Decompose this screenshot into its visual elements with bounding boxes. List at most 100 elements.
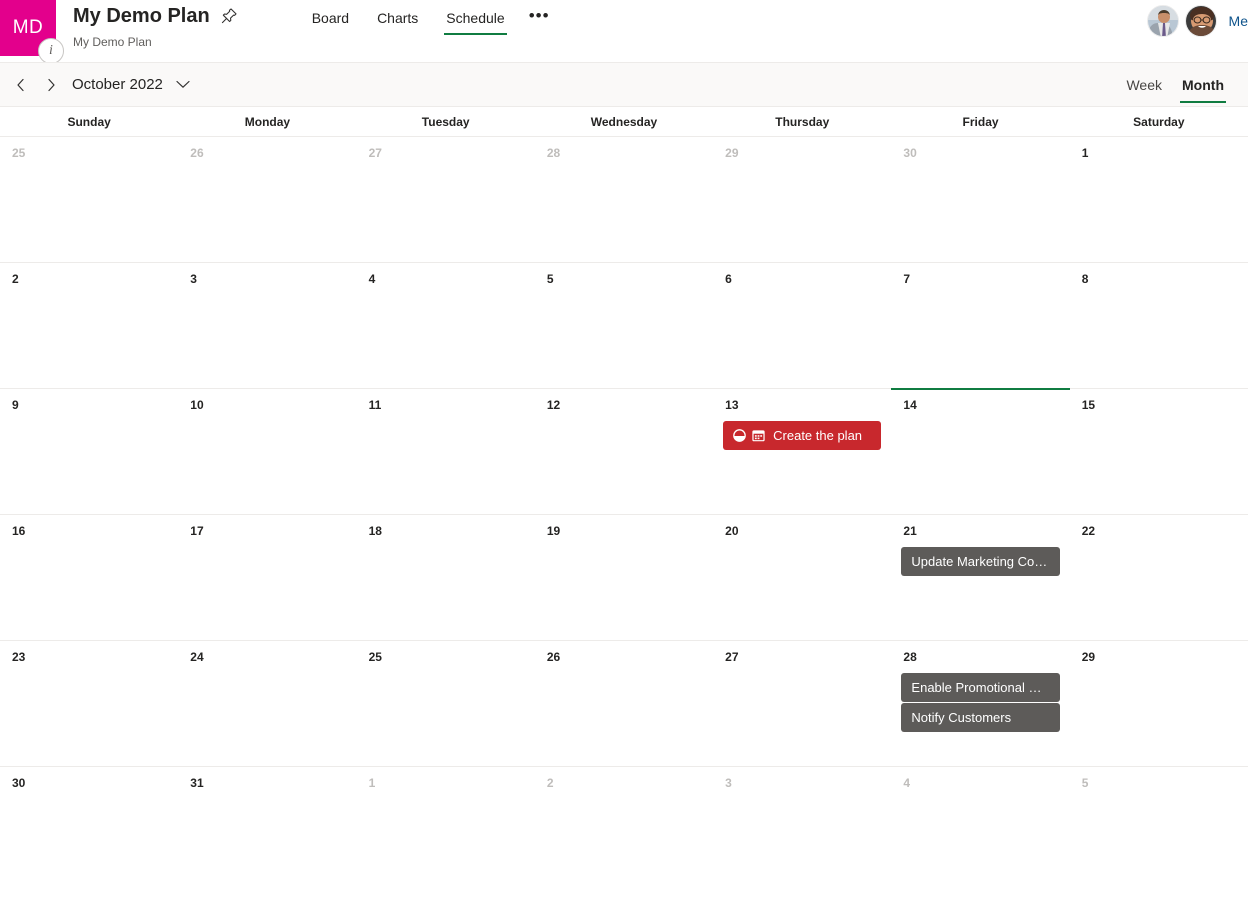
current-month-label[interactable]: October 2022 — [72, 76, 163, 93]
calendar-day-cell[interactable]: 23 — [0, 641, 178, 766]
calendar-day-cell[interactable]: 29 — [1070, 641, 1248, 766]
calendar-day-cell[interactable]: 30 — [891, 137, 1069, 262]
date-number: 20 — [725, 524, 739, 538]
calendar-day-cell[interactable]: 26 — [178, 137, 356, 262]
date-number: 10 — [190, 398, 204, 412]
calendar-day-cell[interactable]: 5 — [1070, 767, 1248, 892]
view-option-week[interactable]: Week — [1116, 65, 1172, 106]
calendar-day-cell[interactable]: 2 — [535, 767, 713, 892]
calendar-icon — [752, 429, 765, 442]
title-row: My Demo Plan — [73, 4, 238, 28]
calendar-day-cell[interactable]: 24 — [178, 641, 356, 766]
task-chip[interactable]: Create the plan — [723, 421, 882, 450]
calendar-day-cell[interactable]: 14 — [891, 388, 1070, 514]
date-number: 9 — [12, 398, 19, 412]
calendar-day-cell[interactable]: 31 — [178, 767, 356, 892]
calendar-day-cell[interactable]: 26 — [535, 641, 713, 766]
date-number: 16 — [12, 524, 26, 538]
date-number: 21 — [903, 524, 917, 538]
calendar-day-cell[interactable]: 7 — [891, 263, 1069, 388]
calendar-day-cell[interactable]: 17 — [178, 515, 356, 640]
calendar-day-cell[interactable]: 22 — [1070, 515, 1248, 640]
members-label[interactable]: Me — [1223, 13, 1248, 29]
calendar-day-cell[interactable]: 4 — [357, 263, 535, 388]
calendar-day-cell[interactable]: 28 — [535, 137, 713, 262]
calendar-day-cell[interactable]: 3 — [713, 767, 891, 892]
date-number: 26 — [546, 650, 561, 664]
info-icon[interactable]: i — [38, 38, 64, 64]
calendar-day-cell[interactable]: 1 — [357, 767, 535, 892]
plan-subtitle: My Demo Plan — [73, 35, 152, 49]
calendar-day-cell[interactable]: 30 — [0, 767, 178, 892]
weekday-tuesday: Tuesday — [421, 114, 470, 129]
calendar-day-cell[interactable]: 11 — [357, 389, 535, 514]
date-number: 31 — [190, 776, 204, 790]
date-number: 17 — [190, 524, 204, 538]
task-chip[interactable]: Update Marketing Cont... — [901, 547, 1060, 576]
view-option-month[interactable]: Month — [1172, 65, 1234, 106]
calendar-week-row: 9 10 11 12 13 Create the plan 14 15 — [0, 388, 1248, 514]
date-number: 5 — [1081, 776, 1089, 790]
calendar-day-cell[interactable]: 10 — [178, 389, 356, 514]
calendar-day-cell[interactable]: 9 — [0, 389, 178, 514]
chevron-down-icon[interactable] — [176, 80, 190, 89]
date-number: 25 — [12, 146, 26, 160]
calendar-day-cell[interactable]: 27 — [357, 137, 535, 262]
calendar-day-cell[interactable]: 3 — [178, 263, 356, 388]
calendar-day-cell[interactable]: 15 — [1070, 389, 1248, 514]
calendar-day-cell[interactable]: 25 — [357, 641, 535, 766]
calendar-day-cell[interactable]: 8 — [1070, 263, 1248, 388]
date-number: 11 — [368, 398, 382, 412]
pin-icon[interactable] — [220, 7, 238, 25]
nav-tabs: Board Charts Schedule ••• — [298, 0, 560, 35]
weekday-friday: Friday — [962, 114, 999, 129]
weekday-wednesday: Wednesday — [590, 114, 658, 129]
date-number: 13 — [725, 398, 739, 412]
calendar-day-cell[interactable]: 25 — [0, 137, 178, 262]
calendar-day-cell[interactable]: 27 — [713, 641, 891, 766]
date-number: 23 — [12, 650, 26, 664]
date-number: 19 — [546, 524, 561, 538]
date-number: 3 — [725, 776, 732, 790]
previous-month-button[interactable] — [6, 70, 36, 100]
task-chip-icons — [733, 429, 765, 442]
calendar-day-cell[interactable]: 1 — [1070, 137, 1248, 262]
calendar-day-cell[interactable]: 5 — [535, 263, 713, 388]
calendar-day-cell[interactable]: 16 — [0, 515, 178, 640]
tab-board[interactable]: Board — [298, 6, 363, 35]
date-number: 8 — [1081, 272, 1089, 286]
calendar-day-cell[interactable]: 13 Create the plan — [713, 389, 891, 514]
task-chip-label: Enable Promotional Disc... — [911, 680, 1050, 695]
calendar-day-cell[interactable]: 19 — [535, 515, 713, 640]
calendar-day-cell[interactable]: 12 — [535, 389, 713, 514]
date-number: 4 — [903, 776, 911, 790]
task-chip[interactable]: Enable Promotional Disc... — [901, 673, 1060, 702]
date-number: 28 — [546, 146, 561, 160]
date-number: 18 — [368, 524, 382, 538]
calendar-toolbar: October 2022 Week Month — [0, 62, 1248, 107]
calendar-week-row: 23 24 25 26 27 28 Enable Promotional Disc... No… — [0, 640, 1248, 766]
calendar-day-cell[interactable]: 6 — [713, 263, 891, 388]
weekday-header: Sunday Monday Tuesday Wednesday Thursday… — [0, 107, 1248, 136]
calendar-day-cell[interactable]: 20 — [713, 515, 891, 640]
calendar-day-cell[interactable]: 28 Enable Promotional Disc... Notify Custo… — [891, 641, 1069, 766]
task-chip[interactable]: Notify Customers — [901, 703, 1060, 732]
calendar-day-cell[interactable]: 4 — [891, 767, 1069, 892]
header-right: Me — [1146, 5, 1248, 37]
date-number: 7 — [903, 272, 911, 286]
tab-charts[interactable]: Charts — [363, 6, 432, 35]
more-options-icon[interactable]: ••• — [519, 7, 560, 33]
avatar[interactable] — [1184, 5, 1217, 37]
date-number: 2 — [12, 272, 19, 286]
calendar-day-cell[interactable]: 29 — [713, 137, 891, 262]
calendar-week-row: 25 26 27 28 29 30 1 — [0, 136, 1248, 262]
calendar-day-cell[interactable]: 2 — [0, 263, 178, 388]
tab-schedule[interactable]: Schedule — [432, 6, 518, 35]
avatar[interactable] — [1146, 5, 1179, 37]
calendar-week-row: 2 3 4 5 6 7 8 — [0, 262, 1248, 388]
calendar-day-cell[interactable]: 21 Update Marketing Cont... — [891, 515, 1069, 640]
next-month-button[interactable] — [36, 70, 66, 100]
calendar-day-cell[interactable]: 18 — [357, 515, 535, 640]
date-number: 29 — [1081, 650, 1096, 664]
plan-title-block: My Demo Plan My Demo Plan — [73, 0, 238, 49]
